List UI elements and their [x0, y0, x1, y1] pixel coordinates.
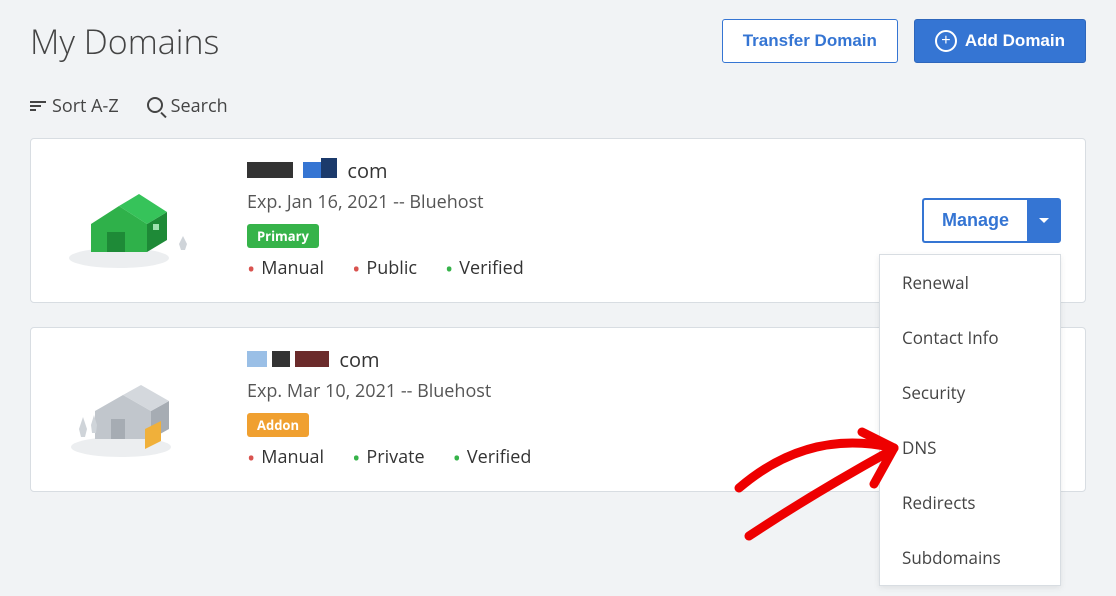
manage-caret-button[interactable] — [1027, 198, 1061, 243]
page-title: My Domains — [30, 18, 219, 64]
sort-button[interactable]: Sort A-Z — [30, 94, 119, 118]
status-privacy: •Public — [352, 254, 417, 284]
domain-tld: com — [339, 346, 379, 373]
redacted-name — [247, 157, 337, 184]
status-renewal: •Manual — [247, 443, 324, 473]
status-renewal: •Manual — [247, 254, 324, 284]
plus-circle-icon: + — [935, 30, 957, 52]
search-icon — [147, 97, 165, 115]
domain-illustration — [55, 161, 207, 281]
chevron-down-icon — [1039, 218, 1049, 223]
manage-dropdown: Renewal Contact Info Security DNS Redire… — [879, 254, 1061, 586]
domain-name-line: com — [247, 157, 922, 184]
search-label: Search — [171, 94, 228, 118]
menu-subdomains[interactable]: Subdomains — [880, 530, 1060, 585]
search-button[interactable]: Search — [147, 94, 228, 118]
menu-security[interactable]: Security — [880, 365, 1060, 420]
status-verified: •Verified — [453, 443, 532, 473]
domain-expiry: Exp. Jan 16, 2021 -- Bluehost — [247, 190, 922, 214]
sort-icon — [30, 101, 46, 111]
domain-card: com Exp. Jan 16, 2021 -- Bluehost Primar… — [30, 138, 1086, 303]
status-verified: •Verified — [445, 254, 524, 284]
manage-button[interactable]: Manage — [922, 198, 1027, 243]
menu-contact-info[interactable]: Contact Info — [880, 310, 1060, 365]
menu-redirects[interactable]: Redirects — [880, 475, 1060, 530]
sort-label: Sort A-Z — [52, 94, 119, 118]
add-domain-label: Add Domain — [965, 31, 1065, 51]
add-domain-button[interactable]: + Add Domain — [914, 19, 1086, 63]
domain-tld: com — [347, 157, 387, 184]
primary-badge: Primary — [247, 224, 319, 248]
addon-badge: Addon — [247, 413, 309, 437]
menu-dns[interactable]: DNS — [880, 420, 1060, 475]
domain-illustration — [55, 350, 207, 470]
status-privacy: •Private — [352, 443, 425, 473]
transfer-domain-button[interactable]: Transfer Domain — [722, 19, 898, 63]
menu-renewal[interactable]: Renewal — [880, 255, 1060, 310]
redacted-name — [247, 346, 329, 373]
